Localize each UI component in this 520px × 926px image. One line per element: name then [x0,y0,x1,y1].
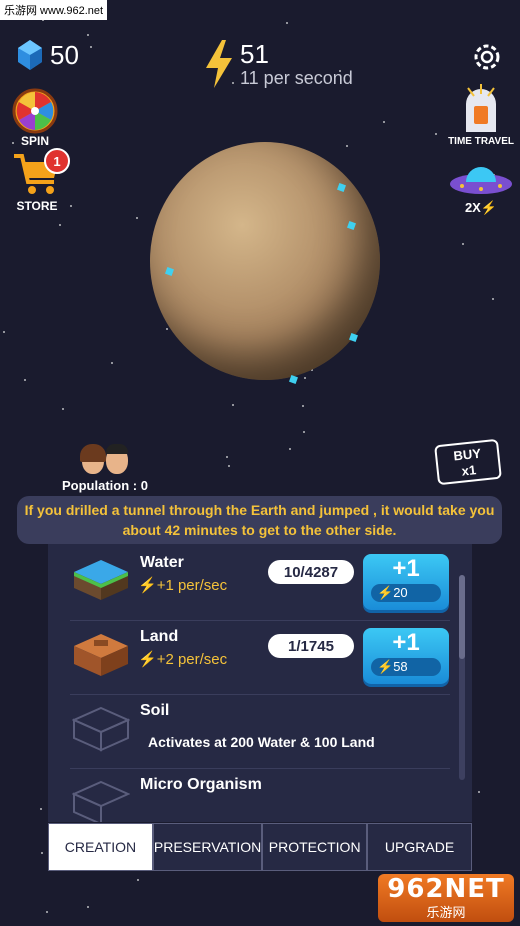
star [87,34,89,36]
item-row-soil: Soil Activates at 200 Water & 100 Land [70,694,450,769]
add-label: +1 [392,555,420,582]
energy-rate: 11 per second [240,68,353,88]
tab-creation[interactable]: CREATION [48,823,153,871]
locked-block-icon [72,706,130,752]
star [478,791,480,793]
time-machine-icon [466,84,497,132]
star [289,448,291,450]
tab-preservation[interactable]: PRESERVATION [152,823,263,871]
boost-label: 2X⚡ [464,200,498,215]
star [304,377,306,379]
time-travel-label: TIME TRAVEL [448,136,514,147]
unlock-requirement: Activates at 200 Water & 100 Land [148,734,375,750]
panel-scrollbar[interactable] [459,575,465,780]
item-count: 10/4287 [268,560,354,584]
energy-counter: 51 11 per second [202,40,353,89]
lightning-icon [206,40,232,88]
star [62,408,64,410]
double-boost-button[interactable]: 2X⚡ [448,160,514,216]
item-name: Water [140,554,184,571]
gem-counter: 50 [14,38,79,72]
star [40,808,42,810]
population-indicator: Population : 0 [62,444,148,493]
fun-fact-banner: If you drilled a tunnel through the Eart… [17,496,502,544]
star [303,431,305,433]
star [136,217,138,219]
tab-protection[interactable]: PROTECTION [262,823,368,871]
star [435,133,437,135]
store-badge: 1 [44,148,70,174]
cost-badge: ⚡58 [371,658,441,676]
star [3,331,5,333]
category-tabs: CREATION PRESERVATION PROTECTION UPGRADE [48,823,472,871]
star [492,298,494,300]
gem-count: 50 [50,39,79,70]
water-block-icon [74,560,128,600]
star [166,328,168,330]
item-rate: ⚡+1 per/sec [138,577,228,594]
time-travel-button[interactable]: TIME TRAVEL [448,82,514,147]
star [41,852,43,854]
item-name: Land [140,628,179,645]
watermark-bottom: 962NET 乐游网 [378,874,514,922]
star [228,465,230,467]
star [111,362,113,364]
star [286,22,288,24]
star [90,46,92,48]
cost-badge: ⚡20 [371,584,441,602]
star [59,224,61,226]
ufo-icon [450,167,512,194]
star [232,404,234,406]
spin-button[interactable]: SPIN [12,88,58,148]
prize-wheel-icon [12,88,58,134]
item-row-micro-organism: Micro Organism [70,768,450,822]
settings-gear-icon[interactable] [470,40,504,74]
store-label: STORE [16,199,58,213]
star [302,405,304,407]
population-label: Population : 0 [62,478,148,493]
gem-icon [18,40,42,70]
planet-cube [347,221,356,230]
star [46,911,48,913]
star [346,145,348,147]
star [383,121,385,123]
locked-block-icon [72,780,130,822]
tab-upgrade[interactable]: UPGRADE [367,823,472,871]
buy-multiplier-button[interactable]: BUY x1 [434,438,502,486]
spin-label: SPIN [20,134,49,148]
planet-cube [337,183,346,192]
item-count: 1/1745 [268,634,354,658]
item-rate: ⚡+2 per/sec [138,651,228,668]
energy-amount: 51 [240,39,269,69]
add-water-button[interactable]: +1 ⚡20 [363,554,449,610]
star [462,243,464,245]
item-name: Micro Organism [140,776,262,793]
store-button[interactable]: 1 STORE [12,148,70,213]
star [24,379,26,381]
item-name: Soil [140,702,170,719]
people-icon [79,444,129,474]
star [87,906,89,908]
planet-cube [165,267,174,276]
add-label: +1 [392,629,420,656]
item-row-land: Land ⚡+2 per/sec 1/1745 +1 ⚡58 [70,620,450,695]
item-row-water: Water ⚡+1 per/sec 10/4287 +1 ⚡20 [70,546,450,621]
add-land-button[interactable]: +1 ⚡58 [363,628,449,684]
star [70,205,72,207]
star [137,879,139,881]
star [226,456,228,458]
land-block-icon [74,634,128,676]
watermark-top: 乐游网 www.962.net [0,0,108,20]
planet[interactable] [150,142,380,384]
